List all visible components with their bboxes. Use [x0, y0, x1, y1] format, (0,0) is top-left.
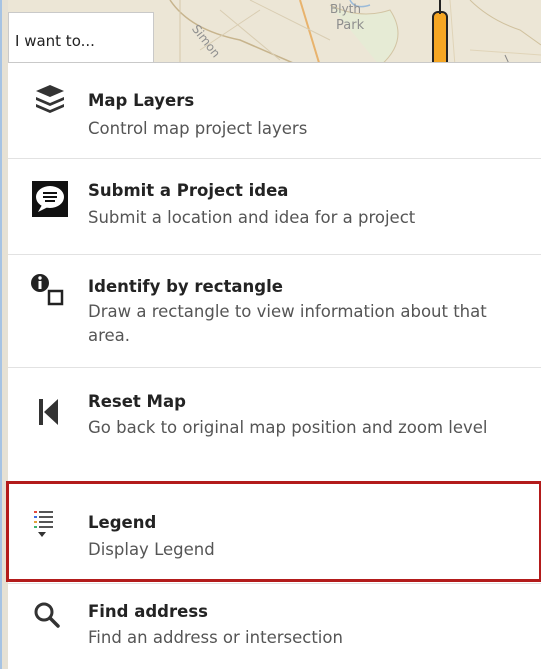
identify-rectangle-icon	[31, 274, 64, 306]
map-label-park: Park	[336, 18, 365, 33]
menu-item-title: Map Layers	[88, 91, 195, 110]
menu-item-title: Identify by rectangle	[88, 277, 283, 296]
menu-item-desc: Draw a rectangle to view information abo…	[88, 302, 487, 345]
search-icon	[34, 602, 60, 628]
menu-item-map-layers[interactable]: Map Layers Control map project layers	[8, 63, 541, 159]
tab-i-want-to[interactable]: I want to...	[8, 12, 154, 62]
legend-icon	[34, 511, 53, 537]
menu-panel: Map Layers Control map project layers Su…	[8, 62, 541, 669]
map-label-blyth: Blyth	[330, 2, 361, 16]
tab-label: I want to...	[15, 32, 95, 50]
menu-item-submit-project[interactable]: Submit a Project idea Submit a location …	[8, 159, 541, 255]
menu-item-reset-map[interactable]: Reset Map Go back to original map positi…	[8, 368, 541, 483]
map-road-edge	[0, 0, 2, 669]
menu-item-identify-rectangle[interactable]: Identify by rectangle Draw a rectangle t…	[8, 255, 541, 368]
layers-icon	[36, 85, 64, 113]
menu-item-desc: Display Legend	[88, 540, 215, 559]
menu-item-find-address[interactable]: Find address Find an address or intersec…	[8, 584, 541, 670]
map-edge	[0, 0, 8, 669]
menu-item-title: Reset Map	[88, 392, 186, 411]
menu-item-title: Submit a Project idea	[88, 181, 289, 200]
reset-map-icon	[39, 399, 58, 425]
menu-item-title: Find address	[88, 602, 208, 621]
menu-item-desc: Go back to original map position and zoo…	[88, 418, 488, 437]
menu-item-title: Legend	[88, 513, 157, 532]
speech-bubble-icon	[32, 181, 68, 217]
menu-item-desc: Submit a location and idea for a project	[88, 208, 416, 227]
menu-item-desc: Find an address or intersection	[88, 628, 343, 647]
menu-item-legend[interactable]: Legend Display Legend	[8, 483, 541, 584]
menu-item-desc: Control map project layers	[88, 119, 308, 138]
